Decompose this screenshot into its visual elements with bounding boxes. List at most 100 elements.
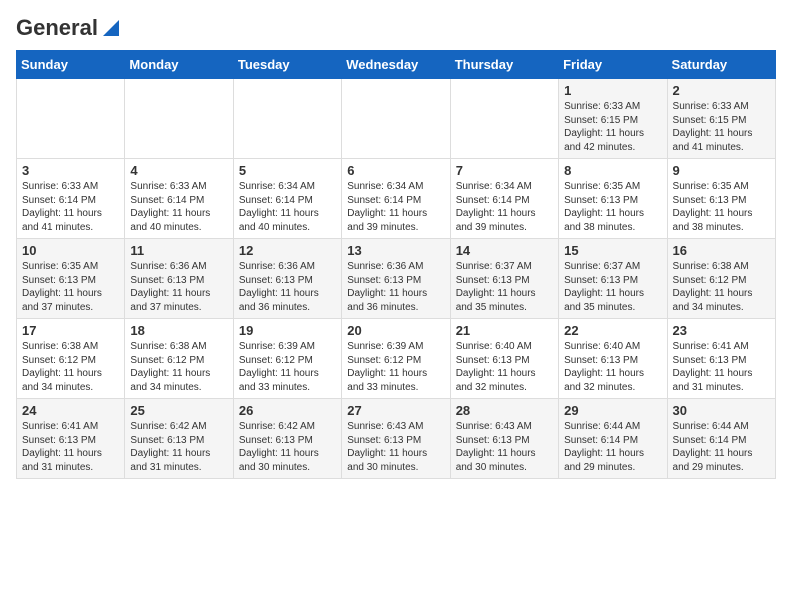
weekday-header: Wednesday [342,51,450,79]
day-info: Sunset: 6:13 PM [456,354,553,368]
day-info: Daylight: 11 hours and 42 minutes. [564,127,661,154]
day-info: Sunset: 6:13 PM [673,354,770,368]
day-info: Daylight: 11 hours and 32 minutes. [564,367,661,394]
day-info: Sunset: 6:13 PM [564,194,661,208]
calendar-cell: 8Sunrise: 6:35 AMSunset: 6:13 PMDaylight… [559,159,667,239]
calendar-cell: 7Sunrise: 6:34 AMSunset: 6:14 PMDaylight… [450,159,558,239]
page-header: General [16,16,776,40]
calendar-cell: 19Sunrise: 6:39 AMSunset: 6:12 PMDayligh… [233,319,341,399]
weekday-header: Saturday [667,51,775,79]
day-number: 21 [456,323,553,338]
day-info: Daylight: 11 hours and 30 minutes. [239,447,336,474]
day-info: Daylight: 11 hours and 33 minutes. [347,367,444,394]
day-info: Sunrise: 6:44 AM [673,420,770,434]
day-info: Daylight: 11 hours and 39 minutes. [456,207,553,234]
day-number: 2 [673,83,770,98]
day-number: 3 [22,163,119,178]
day-info: Sunrise: 6:34 AM [456,180,553,194]
day-info: Sunset: 6:13 PM [673,194,770,208]
day-number: 18 [130,323,227,338]
calendar-cell: 30Sunrise: 6:44 AMSunset: 6:14 PMDayligh… [667,399,775,479]
day-info: Sunset: 6:13 PM [130,434,227,448]
day-info: Sunrise: 6:34 AM [347,180,444,194]
calendar-cell: 25Sunrise: 6:42 AMSunset: 6:13 PMDayligh… [125,399,233,479]
day-info: Sunset: 6:14 PM [564,434,661,448]
calendar-cell: 23Sunrise: 6:41 AMSunset: 6:13 PMDayligh… [667,319,775,399]
day-info: Sunrise: 6:35 AM [22,260,119,274]
day-info: Sunrise: 6:40 AM [564,340,661,354]
day-number: 17 [22,323,119,338]
day-info: Daylight: 11 hours and 38 minutes. [564,207,661,234]
day-info: Sunset: 6:13 PM [564,354,661,368]
day-number: 4 [130,163,227,178]
logo-icon [101,18,119,38]
day-info: Sunrise: 6:33 AM [130,180,227,194]
calendar-cell: 24Sunrise: 6:41 AMSunset: 6:13 PMDayligh… [17,399,125,479]
day-info: Sunset: 6:14 PM [673,434,770,448]
weekday-header: Thursday [450,51,558,79]
day-info: Daylight: 11 hours and 31 minutes. [22,447,119,474]
day-info: Sunset: 6:12 PM [239,354,336,368]
day-number: 22 [564,323,661,338]
day-info: Sunset: 6:13 PM [239,434,336,448]
day-info: Sunrise: 6:41 AM [22,420,119,434]
weekday-header: Sunday [17,51,125,79]
day-info: Sunrise: 6:33 AM [22,180,119,194]
calendar-cell: 3 Sunrise: 6:33 AMSunset: 6:14 PMDaylight… [17,159,125,239]
day-info: Sunrise: 6:39 AM [347,340,444,354]
day-info: Sunrise: 6:36 AM [130,260,227,274]
calendar-cell [17,79,125,159]
day-info: Sunrise: 6:42 AM [130,420,227,434]
day-number: 26 [239,403,336,418]
day-info: Sunrise: 6:34 AM [239,180,336,194]
calendar-cell: 17Sunrise: 6:38 AMSunset: 6:12 PMDayligh… [17,319,125,399]
day-number: 14 [456,243,553,258]
day-info: Sunset: 6:15 PM [564,114,661,128]
day-info: Sunset: 6:12 PM [22,354,119,368]
day-info: Sunset: 6:14 PM [22,194,119,208]
calendar-cell [233,79,341,159]
day-info: Sunrise: 6:42 AM [239,420,336,434]
day-info: Daylight: 11 hours and 31 minutes. [673,367,770,394]
day-info: Sunrise: 6:33 AM [673,100,770,114]
day-number: 10 [22,243,119,258]
day-info: Daylight: 11 hours and 35 minutes. [456,287,553,314]
day-info: Daylight: 11 hours and 34 minutes. [22,367,119,394]
calendar-cell: 26 Sunrise: 6:42 AMSunset: 6:13 PMDayligh… [233,399,341,479]
calendar-week-row: 24Sunrise: 6:41 AMSunset: 6:13 PMDayligh… [17,399,776,479]
day-info: Daylight: 11 hours and 33 minutes. [239,367,336,394]
logo-general-text: General [16,16,98,40]
day-info: Daylight: 11 hours and 29 minutes. [564,447,661,474]
day-info: Daylight: 11 hours and 34 minutes. [130,367,227,394]
logo: General [16,16,119,40]
calendar-cell: 1Sunrise: 6:33 AMSunset: 6:15 PMDaylight… [559,79,667,159]
calendar-cell: 20Sunrise: 6:39 AMSunset: 6:12 PMDayligh… [342,319,450,399]
day-info: Sunset: 6:15 PM [673,114,770,128]
day-info: Sunset: 6:13 PM [456,434,553,448]
day-info: Sunset: 6:13 PM [130,274,227,288]
day-info: Sunrise: 6:35 AM [673,180,770,194]
day-info: Daylight: 11 hours and 41 minutes. [22,207,119,234]
day-info: Sunset: 6:14 PM [130,194,227,208]
weekday-header: Monday [125,51,233,79]
day-info: Daylight: 11 hours and 36 minutes. [239,287,336,314]
calendar-cell: 9Sunrise: 6:35 AMSunset: 6:13 PMDaylight… [667,159,775,239]
calendar-cell [450,79,558,159]
calendar-cell: 5Sunrise: 6:34 AMSunset: 6:14 PMDaylight… [233,159,341,239]
calendar-cell: 13Sunrise: 6:36 AMSunset: 6:13 PMDayligh… [342,239,450,319]
calendar-cell: 10Sunrise: 6:35 AMSunset: 6:13 PMDayligh… [17,239,125,319]
day-info: Sunrise: 6:40 AM [456,340,553,354]
day-number: 12 [239,243,336,258]
day-info: Sunset: 6:12 PM [673,274,770,288]
day-number: 19 [239,323,336,338]
day-number: 27 [347,403,444,418]
day-info: Sunrise: 6:43 AM [347,420,444,434]
day-number: 1 [564,83,661,98]
weekday-header: Tuesday [233,51,341,79]
calendar-cell: 6Sunrise: 6:34 AMSunset: 6:14 PMDaylight… [342,159,450,239]
calendar-header-row: SundayMondayTuesdayWednesdayThursdayFrid… [17,51,776,79]
calendar-week-row: 1Sunrise: 6:33 AMSunset: 6:15 PMDaylight… [17,79,776,159]
day-info: Sunrise: 6:35 AM [564,180,661,194]
calendar-cell [342,79,450,159]
day-info: Sunset: 6:12 PM [347,354,444,368]
